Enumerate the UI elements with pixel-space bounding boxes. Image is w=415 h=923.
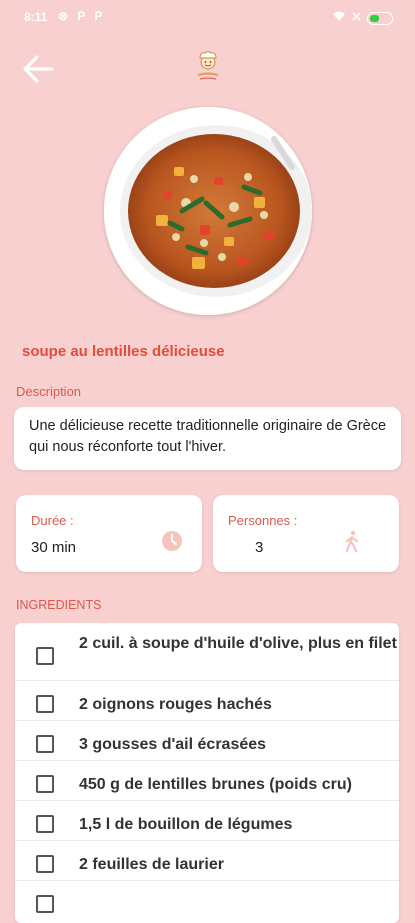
duration-value: 30 min xyxy=(31,539,77,556)
ingredients-label: INGREDIENTS xyxy=(16,598,102,612)
signal-off-icon xyxy=(352,12,361,24)
ingredients-card: 2 cuil. à soupe d'huile d'olive, plus en… xyxy=(15,623,399,923)
ingredient-checkbox[interactable] xyxy=(36,647,54,665)
ingredient-checkbox[interactable] xyxy=(36,695,54,713)
description-label: Description xyxy=(16,384,82,399)
people-label: Personnes : xyxy=(228,513,298,528)
duration-card: Durée : 30 min xyxy=(16,495,202,572)
description-text: Une délicieuse recette traditionnelle or… xyxy=(29,418,387,455)
ingredient-checkbox[interactable] xyxy=(36,775,54,793)
ingredient-text: 2 oignons rouges hachés xyxy=(79,696,272,713)
system-icons xyxy=(332,10,393,26)
ingredient-text: 3 gousses d'ail écrasées xyxy=(79,736,267,753)
ingredient-row[interactable]: 1,5 l de bouillon de légumes xyxy=(15,800,399,841)
ingredient-text: 2 feuilles de laurier xyxy=(79,856,224,873)
walking-person-icon xyxy=(341,530,363,553)
wifi-icon xyxy=(332,11,346,25)
back-button[interactable] xyxy=(20,52,56,86)
ingredient-row[interactable]: 450 g de lentilles brunes (poids cru) xyxy=(15,760,399,801)
people-value: 3 xyxy=(255,539,264,556)
ingredient-text: 1,5 l de bouillon de légumes xyxy=(79,816,293,833)
ingredient-text: 2 cuil. à soupe d'huile d'olive, plus en… xyxy=(79,635,397,652)
chef-logo-icon xyxy=(193,50,223,82)
recipe-image xyxy=(104,107,312,315)
ingredient-checkbox[interactable] xyxy=(36,895,54,913)
people-card: Personnes : 3 xyxy=(213,495,399,572)
status-bar: 8:11 ⊗ P P xyxy=(0,0,415,36)
recipe-title: soupe au lentilles délicieuse xyxy=(22,343,225,360)
ingredient-checkbox[interactable] xyxy=(36,815,54,833)
duration-label: Durée : xyxy=(31,513,74,528)
status-time: 8:11 xyxy=(24,10,48,24)
ingredient-row[interactable]: 3 gousses d'ail écrasées xyxy=(15,720,399,761)
notification-icons: ⊗ P P xyxy=(58,9,106,23)
battery-icon xyxy=(367,11,393,25)
ingredient-text: 450 g de lentilles brunes (poids cru) xyxy=(79,776,352,793)
clock-icon xyxy=(161,530,183,552)
description-card: Une délicieuse recette traditionnelle or… xyxy=(14,407,401,470)
ingredient-checkbox[interactable] xyxy=(36,855,54,873)
ingredient-row[interactable]: 2 cuil. à soupe d'huile d'olive, plus en… xyxy=(15,623,399,681)
ingredient-row[interactable] xyxy=(15,880,399,920)
ingredient-checkbox[interactable] xyxy=(36,735,54,753)
ingredient-row[interactable]: 2 feuilles de laurier xyxy=(15,840,399,881)
arrow-left-icon xyxy=(23,55,54,83)
ingredient-row[interactable]: 2 oignons rouges hachés xyxy=(15,680,399,721)
